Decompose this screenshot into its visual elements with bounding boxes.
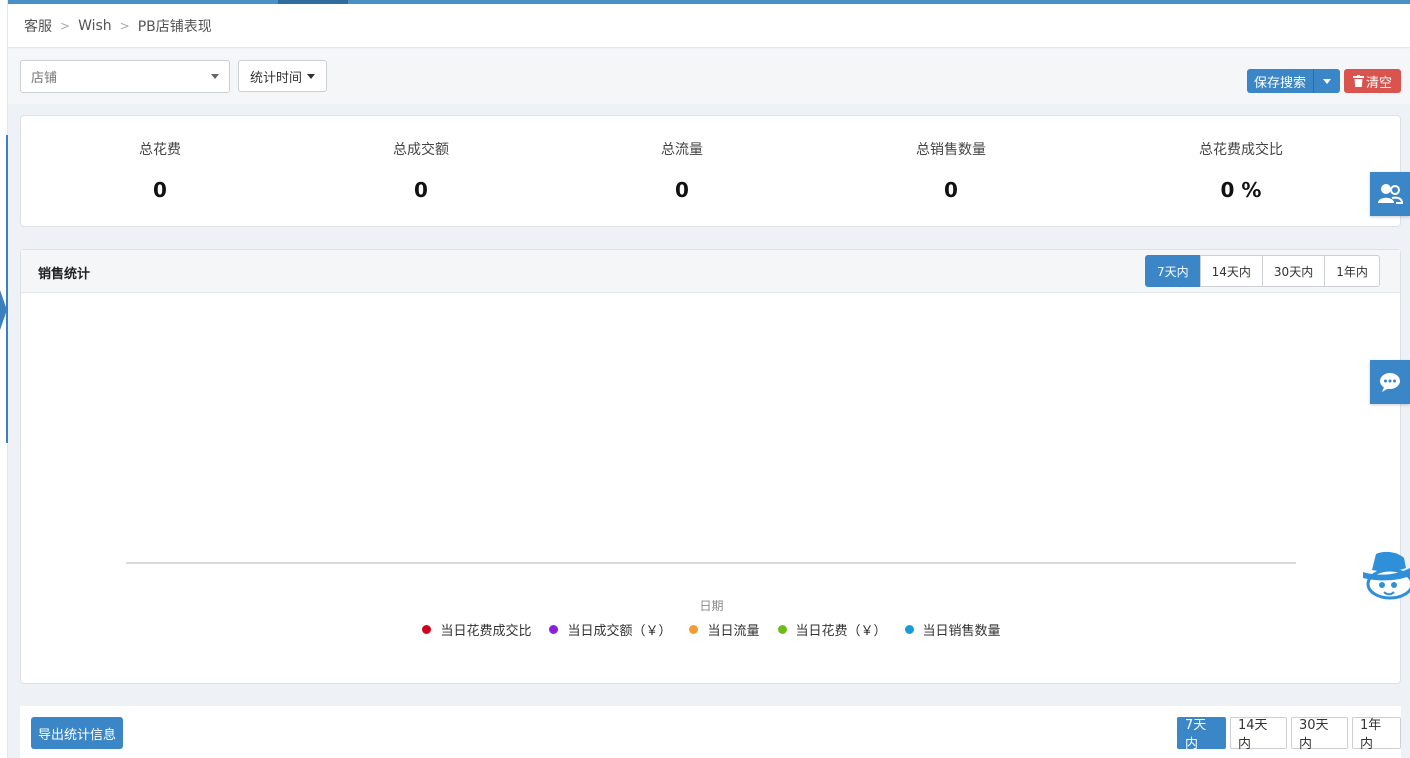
legend-label: 当日流量 [707,624,760,639]
legend-dot [904,625,914,634]
stat-value: 0 [414,178,428,202]
legend-item[interactable]: 当日流量 [689,620,760,639]
stat-total-traffic: 总流量 0 [582,116,782,228]
export-stats-button[interactable]: 导出统计信息 [31,717,124,749]
save-search-button[interactable]: 保存搜索 [1247,69,1315,93]
chevron-down-icon [307,73,316,79]
mascot-icon[interactable] [1360,550,1410,600]
chart-legend: 当日花费成交比 当日成交额（￥） 当日流量 当日花费（￥） 当日销售数量 [21,620,1402,639]
range-7d-button[interactable]: 7天内 [1145,255,1201,287]
stat-value: 0 [944,178,958,202]
sidebar-collapse-tab[interactable] [0,290,7,330]
stat-label: 总销售数量 [916,142,986,158]
legend-dot [777,625,787,634]
sales-stats-panel: 销售统计 7天内 14天内 30天内 1年内 日期 当日花费成交比 当日成交额（… [20,249,1401,684]
sales-chart: 日期 当日花费成交比 当日成交额（￥） 当日流量 当日花费（￥） 当日销售数量 [21,294,1400,684]
bottom-range-14d-button[interactable]: 14天内 [1230,717,1287,752]
legend-dot [422,625,432,634]
legend-dot [689,625,699,634]
trash-icon [1352,75,1364,87]
stat-total-gmv: 总成交额 0 [321,116,521,228]
panel-header: 销售统计 7天内 14天内 30天内 1年内 [21,250,1400,293]
stat-total-cost: 总花费 0 [60,116,260,228]
stat-value: 0 % [1220,178,1262,202]
stat-value: 0 [153,178,167,202]
bottom-range-toggle-group: 7天内 14天内 30天内 1年内 [1177,717,1401,752]
panel-title: 销售统计 [38,267,91,282]
chevron-right-icon: > [119,18,130,33]
breadcrumb-item[interactable]: Wish [78,18,112,34]
stat-value: 0 [675,178,689,202]
range-14d-button[interactable]: 14天内 [1199,255,1263,287]
breadcrumb-item-current: PB店铺表现 [137,18,212,35]
chat-icon [1380,373,1400,392]
bottom-range-30d-button[interactable]: 30天内 [1291,717,1348,752]
legend-item[interactable]: 当日花费成交比 [422,620,531,639]
clear-label: 清空 [1365,75,1392,91]
stat-time-dropdown[interactable]: 统计时间 [238,60,328,92]
customer-service-float-button[interactable] [1370,172,1410,216]
chevron-right-icon: > [60,18,71,33]
range-toggle-group: 7天内 14天内 30天内 1年内 [1145,255,1380,287]
clear-button[interactable]: 清空 [1344,69,1401,93]
stat-cost-gmv-ratio: 总花费成交比 0 % [1141,116,1341,228]
stat-label: 总花费 [139,142,181,158]
save-search-dropdown[interactable] [1314,69,1341,93]
bottom-range-1y-button[interactable]: 1年内 [1351,717,1401,752]
legend-item[interactable]: 当日成交额（￥） [549,620,671,639]
stat-label: 总流量 [661,142,703,158]
range-1y-button[interactable]: 1年内 [1324,255,1380,287]
chevron-down-icon [1323,78,1332,84]
customer-service-icon [1378,184,1403,204]
chevron-down-icon [211,74,219,79]
save-search-group: 保存搜索 [1247,69,1341,93]
summary-stats-card: 总花费 0 总成交额 0 总流量 0 总销售数量 0 总花费成交比 0 % [20,115,1401,227]
bottom-range-7d-button[interactable]: 7天内 [1177,717,1227,752]
range-30d-button[interactable]: 30天内 [1261,255,1326,287]
legend-label: 当日花费成交比 [440,624,532,639]
shop-select-placeholder: 店铺 [31,71,58,86]
chart-x-axis-title: 日期 [699,599,724,613]
left-sidebar-rail [0,0,8,758]
stat-label: 总花费成交比 [1199,142,1283,158]
breadcrumb: 客服 > Wish > PB店铺表现 [8,4,1410,48]
legend-item[interactable]: 当日花费（￥） [777,620,887,639]
filter-bar: 店铺 统计时间 保存搜索 清空 [8,49,1410,104]
chat-float-button[interactable] [1370,360,1410,404]
bottom-toolbar: 导出统计信息 7天内 14天内 30天内 1年内 [20,706,1401,758]
chart-x-axis [126,562,1296,564]
legend-label: 当日花费（￥） [795,624,887,639]
stat-label: 总成交额 [393,142,449,158]
legend-label: 当日成交额（￥） [567,624,672,639]
breadcrumb-item[interactable]: 客服 [24,16,52,36]
legend-dot [549,625,559,634]
legend-label: 当日销售数量 [922,624,1001,639]
legend-item[interactable]: 当日销售数量 [904,620,1001,639]
stat-total-sales-qty: 总销售数量 0 [851,116,1051,228]
shop-select[interactable]: 店铺 [20,60,230,93]
stat-time-label: 统计时间 [250,70,303,86]
